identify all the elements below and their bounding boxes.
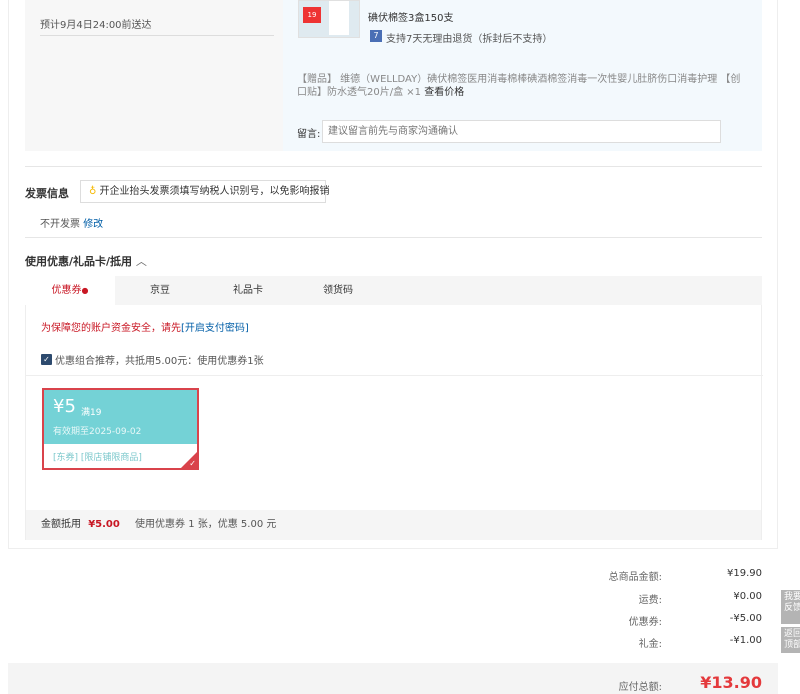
summary-label: 总商品金额: bbox=[608, 572, 662, 583]
summary-value: ¥0.00 bbox=[733, 591, 762, 602]
total-label: 应付总额: bbox=[618, 682, 662, 693]
summary-label: 礼金: bbox=[638, 639, 662, 650]
invoice-value: 不开发票 修改 bbox=[40, 215, 103, 230]
chevron-up-icon: ︿ bbox=[135, 255, 147, 268]
coupon-top: ¥5 满19 有效期至2025-09-02 bbox=[44, 390, 197, 444]
message-label: 留言: bbox=[297, 129, 321, 140]
notification-dot: ● bbox=[81, 286, 89, 295]
invoice-tip: ♁ 开企业抬头发票须填写纳税人识别号，以免影响报销 bbox=[80, 180, 330, 203]
summary-value: -¥5.00 bbox=[729, 613, 762, 624]
tab-jingdou[interactable]: 京豆 bbox=[115, 276, 205, 305]
side-text: 反馈 bbox=[784, 603, 800, 613]
coupon-tags: [东券] [限店铺限商品] bbox=[53, 453, 142, 463]
invoice-title: 发票信息 bbox=[25, 187, 69, 200]
side-text: 返回 bbox=[784, 629, 800, 639]
return-icon: 7 bbox=[370, 30, 382, 42]
summary-row: 总商品金额: ¥19.90 bbox=[562, 568, 762, 584]
divider bbox=[26, 375, 763, 376]
summary-row: 优惠券: -¥5.00 bbox=[562, 613, 762, 629]
product-name[interactable]: 碘伏棉签3盒150支 bbox=[368, 9, 453, 24]
gift-info: 【赠品】 维德（WELLDAY）碘伏棉签医用消毒棉棒碘酒棉签消毒一次性婴儿肚脐伤… bbox=[297, 73, 747, 99]
invoice-edit-link[interactable]: 修改 bbox=[83, 219, 103, 230]
summary-row: 礼金: -¥1.00 bbox=[562, 635, 762, 651]
invoice-tip-text: 开企业抬头发票须填写纳税人识别号，以免影响报销 bbox=[99, 186, 330, 197]
total-value: ¥13.90 bbox=[700, 673, 762, 692]
discount-toggle[interactable]: 使用优惠/礼品卡/抵用 ︿ bbox=[25, 253, 147, 269]
tab-gift-card[interactable]: 礼品卡 bbox=[203, 276, 293, 305]
divider bbox=[40, 35, 274, 36]
coupon-card[interactable]: ¥5 满19 有效期至2025-09-02 [东券] [限店铺限商品] ✓ bbox=[42, 388, 199, 470]
coupon-footer: 金额抵用 ¥5.00 使用优惠券 1 张，优惠 5.00 元 bbox=[26, 510, 761, 540]
shipping-panel: 预计9月4日24:00前送达 bbox=[25, 0, 283, 151]
coupon-condition: 满19 bbox=[81, 408, 102, 418]
summary-value: -¥1.00 bbox=[729, 635, 762, 646]
return-policy: 支持7天无理由退货（拆封后不支持） bbox=[386, 34, 553, 45]
summary-label: 优惠券: bbox=[628, 617, 662, 628]
combo-recommend: ✓ 优惠组合推荐，共抵用5.00元：使用优惠券1张 bbox=[41, 352, 264, 367]
coupon-amount: ¥5 bbox=[53, 396, 76, 417]
combo-label: 优惠组合推荐，共抵用5.00元：使用优惠券1张 bbox=[55, 356, 264, 367]
gift-text: 【赠品】 维德（WELLDAY）碘伏棉签医用消毒棉棒碘酒棉签消毒一次性婴儿肚脐伤… bbox=[297, 74, 741, 98]
total-bar: 应付总额: ¥13.90 bbox=[8, 663, 778, 694]
tab-label: 优惠券 bbox=[51, 285, 82, 296]
side-text: 我要 bbox=[784, 592, 800, 602]
warning-text: 为保障您的账户资金安全，请先 bbox=[41, 323, 181, 334]
product-badge: 19 bbox=[303, 7, 321, 23]
gift-price-link[interactable]: 查看价格 bbox=[424, 87, 464, 98]
summary-value: ¥19.90 bbox=[727, 568, 762, 579]
back-to-top-button[interactable]: 返回 顶部 bbox=[781, 627, 800, 653]
security-warning: 为保障您的账户资金安全，请先[开启支付密码] bbox=[41, 319, 249, 334]
footer-detail: 使用优惠券 1 张，优惠 5.00 元 bbox=[135, 519, 277, 530]
delivery-estimate: 预计9月4日24:00前送达 bbox=[40, 20, 152, 31]
product-box bbox=[329, 1, 349, 35]
feedback-button[interactable]: 我要 反馈 bbox=[781, 590, 800, 624]
discount-tabs: 优惠券● 京豆 礼品卡 领货码 bbox=[25, 276, 762, 305]
message-input[interactable] bbox=[322, 120, 721, 143]
discount-title: 使用优惠/礼品卡/抵用 bbox=[25, 255, 133, 268]
summary-row: 运费: ¥0.00 bbox=[562, 591, 762, 607]
side-text: 顶部 bbox=[784, 640, 800, 650]
product-image[interactable]: 19 bbox=[298, 0, 360, 38]
lightbulb-icon: ♁ bbox=[89, 186, 97, 197]
tab-coupon[interactable]: 优惠券● bbox=[25, 276, 115, 305]
divider bbox=[25, 166, 762, 167]
coupon-expiry: 有效期至2025-09-02 bbox=[53, 427, 142, 437]
divider bbox=[25, 237, 762, 238]
product-panel: 19 碘伏棉签3盒150支 7 支持7天无理由退货（拆封后不支持） 【赠品】 维… bbox=[283, 0, 762, 151]
invoice-type: 不开发票 bbox=[40, 219, 80, 230]
footer-amount: ¥5.00 bbox=[88, 519, 120, 530]
combo-checkbox[interactable]: ✓ bbox=[41, 354, 52, 365]
summary-label: 运费: bbox=[638, 595, 662, 606]
tab-redeem-code[interactable]: 领货码 bbox=[293, 276, 383, 305]
check-icon: ✓ bbox=[189, 459, 196, 468]
footer-label: 金额抵用 bbox=[41, 519, 81, 530]
enable-password-link[interactable]: [开启支付密码] bbox=[181, 323, 249, 334]
